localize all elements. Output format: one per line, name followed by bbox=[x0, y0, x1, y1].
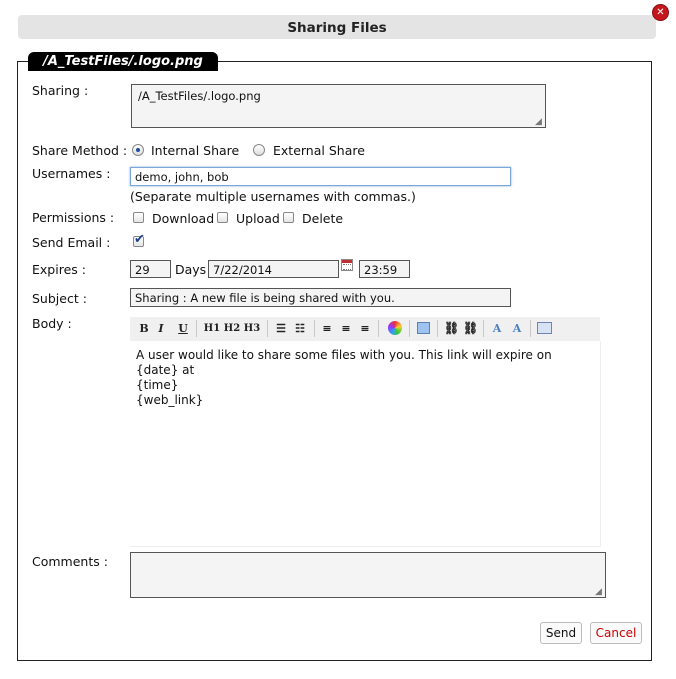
image-icon[interactable] bbox=[417, 322, 430, 334]
calendar-icon[interactable] bbox=[341, 259, 353, 271]
comments-textarea[interactable] bbox=[130, 552, 606, 598]
checkmark-icon: ✔ bbox=[134, 232, 145, 247]
unordered-list-icon[interactable]: ☰ bbox=[274, 321, 288, 336]
share-method-label: Share Method : bbox=[32, 143, 128, 158]
italic-button[interactable]: I bbox=[154, 321, 168, 336]
external-share-label: External Share bbox=[273, 143, 365, 158]
remove-field-icon[interactable]: A bbox=[510, 321, 524, 336]
body-line-3: {web_link} bbox=[136, 393, 204, 407]
heading3-button[interactable]: H3 bbox=[243, 321, 261, 336]
subject-label: Subject : bbox=[32, 291, 87, 306]
align-left-icon[interactable]: ≡ bbox=[320, 321, 334, 336]
usernames-hint: (Separate multiple usernames with commas… bbox=[130, 189, 416, 204]
underline-button[interactable]: U bbox=[176, 321, 190, 336]
usernames-input[interactable]: demo, john, bob bbox=[130, 167, 511, 186]
heading1-button[interactable]: H1 bbox=[203, 321, 221, 336]
internal-share-radio[interactable] bbox=[132, 144, 144, 156]
sharing-label: Sharing : bbox=[32, 83, 89, 98]
subject-input[interactable]: Sharing : A new file is being shared wit… bbox=[130, 288, 511, 307]
comments-label: Comments : bbox=[32, 554, 108, 569]
expires-days-input[interactable]: 29 bbox=[130, 260, 171, 278]
heading2-button[interactable]: H2 bbox=[223, 321, 241, 336]
editor-toolbar: B I U H1 H2 H3 ☰ ☷ ≡ ≡ ≡ ⛓ ⛓ A A bbox=[130, 317, 600, 342]
ordered-list-icon[interactable]: ☷ bbox=[293, 321, 307, 336]
send-email-checkbox[interactable]: ✔ bbox=[133, 232, 145, 247]
expires-time-input[interactable]: 23:59 bbox=[359, 260, 410, 278]
send-button[interactable]: Send bbox=[540, 622, 582, 644]
color-picker-icon[interactable] bbox=[388, 321, 402, 335]
delete-label: Delete bbox=[302, 211, 344, 226]
body-line-1: A user would like to share some files wi… bbox=[136, 348, 552, 377]
close-icon[interactable]: ✕ bbox=[652, 4, 669, 21]
dialog-title: Sharing Files bbox=[18, 15, 656, 39]
sharing-path-field[interactable]: /A_TestFiles/.logo.png bbox=[131, 84, 546, 128]
cancel-button[interactable]: Cancel bbox=[590, 622, 642, 644]
html-source-icon[interactable] bbox=[537, 322, 552, 334]
resize-grip-icon: ◢ bbox=[535, 117, 542, 127]
internal-share-label: Internal Share bbox=[151, 143, 240, 158]
expires-date-input[interactable]: 7/22/2014 bbox=[208, 260, 339, 278]
align-right-icon[interactable]: ≡ bbox=[358, 321, 372, 336]
file-tab: /A_TestFiles/.logo.png bbox=[28, 52, 218, 71]
unlink-icon[interactable]: ⛓ bbox=[463, 321, 478, 336]
body-line-2: {time} bbox=[136, 378, 179, 392]
upload-checkbox[interactable] bbox=[217, 212, 228, 223]
body-editor[interactable]: A user would like to share some files wi… bbox=[130, 341, 601, 547]
permissions-label: Permissions : bbox=[32, 210, 115, 225]
send-email-label: Send Email : bbox=[32, 235, 111, 250]
external-share-radio[interactable] bbox=[253, 144, 265, 156]
resize-grip-icon: ◢ bbox=[595, 587, 602, 597]
days-label: Days bbox=[175, 262, 207, 277]
body-label: Body : bbox=[32, 316, 72, 331]
delete-checkbox[interactable] bbox=[283, 212, 294, 223]
expires-label: Expires : bbox=[32, 262, 86, 277]
add-field-icon[interactable]: A bbox=[490, 321, 504, 336]
download-checkbox[interactable] bbox=[133, 212, 144, 223]
upload-label: Upload bbox=[236, 211, 280, 226]
align-center-icon[interactable]: ≡ bbox=[339, 321, 353, 336]
link-icon[interactable]: ⛓ bbox=[444, 321, 459, 336]
usernames-label: Usernames : bbox=[32, 166, 111, 181]
download-label: Download bbox=[152, 211, 215, 226]
bold-button[interactable]: B bbox=[137, 321, 151, 336]
